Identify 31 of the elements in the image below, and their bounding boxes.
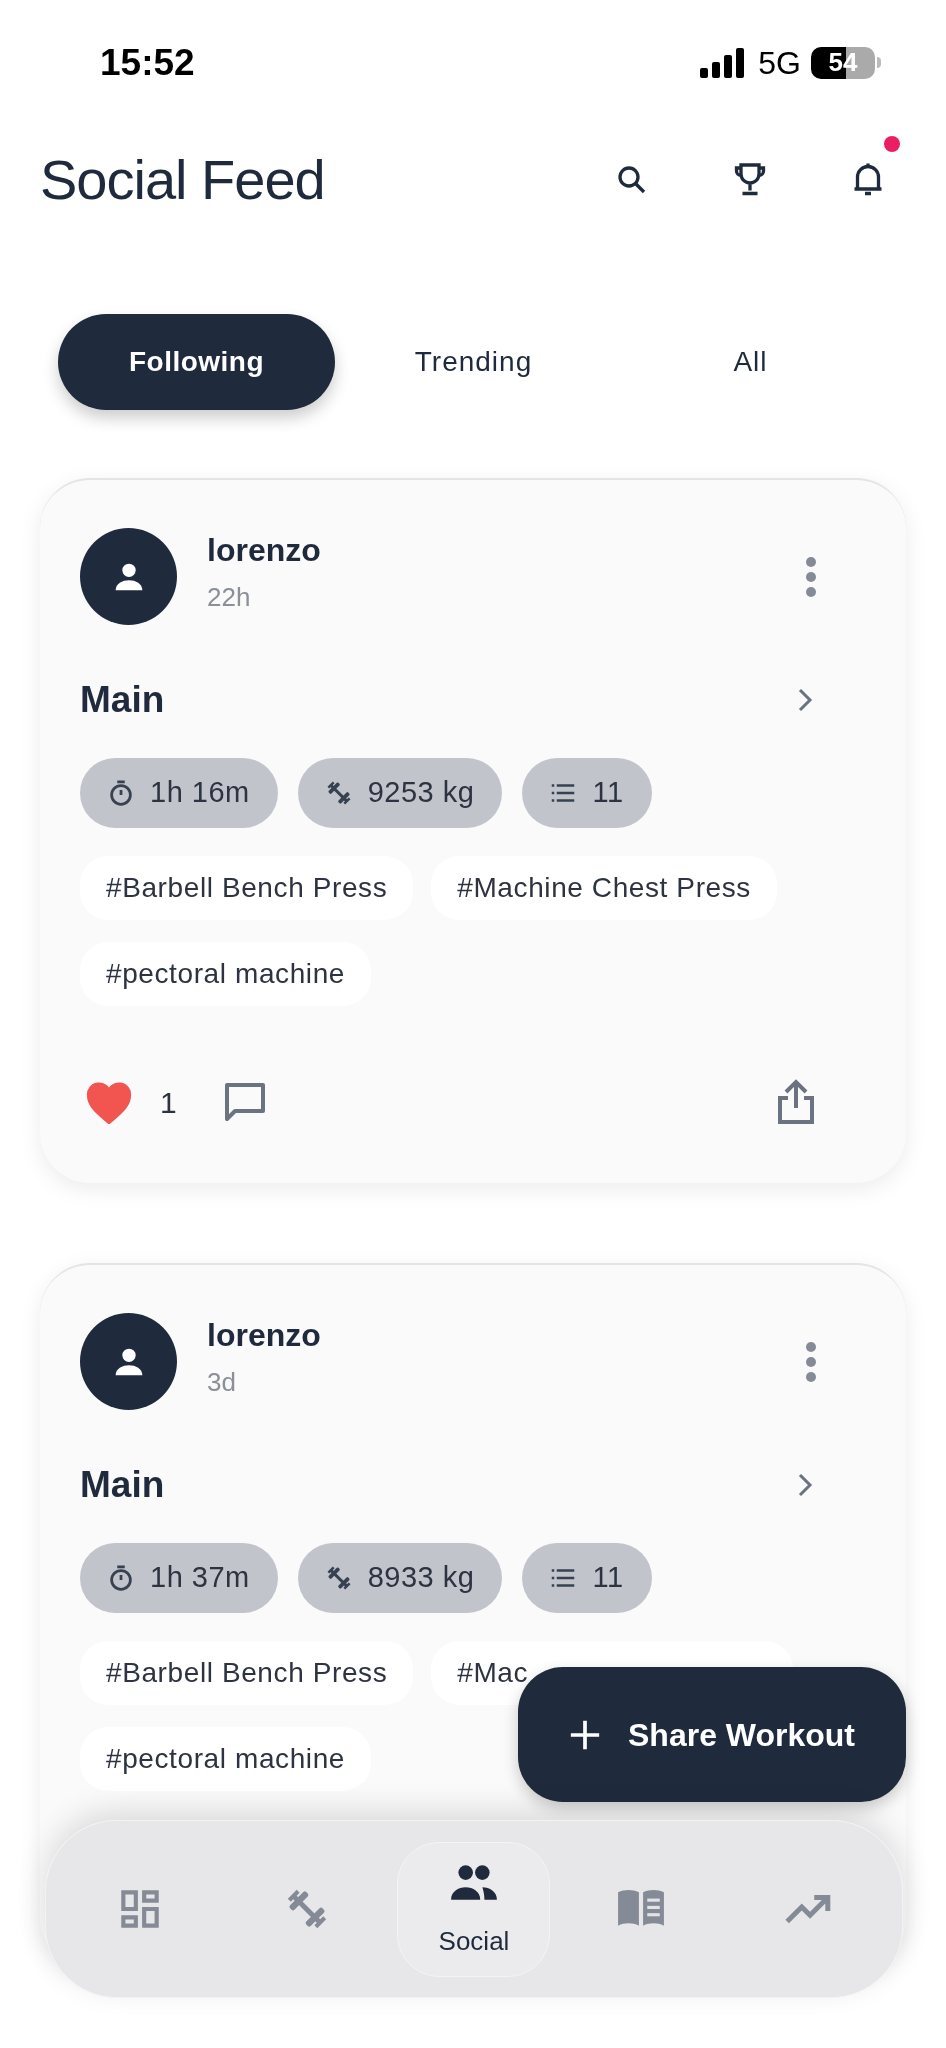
workout-title: Main <box>80 678 165 723</box>
network-label: 5G <box>758 43 801 83</box>
stat-value: 11 <box>592 775 624 811</box>
workout-title: Main <box>80 1463 165 1508</box>
stat-value: 8933 kg <box>367 1560 475 1596</box>
post-time: 3d <box>207 1366 237 1399</box>
page-title: Social Feed <box>40 147 326 213</box>
chevron-right-icon[interactable] <box>796 686 814 714</box>
username: lorenzo <box>207 1316 322 1355</box>
stat-value: 9253 kg <box>367 775 475 811</box>
exercise-tag[interactable]: #Machine Chest Press <box>431 856 777 920</box>
nav-tab[interactable]: Social <box>397 1841 551 1977</box>
feed-tab[interactable]: All <box>612 314 889 410</box>
chevron-right-icon[interactable] <box>796 1471 814 1499</box>
exercise-tag[interactable]: #Barbell Bench Press <box>80 856 414 920</box>
exercise-tag[interactable]: #pectoral machine <box>80 942 371 1006</box>
exercise-tag[interactable]: #pectoral machine <box>80 1727 371 1791</box>
like-count: 1 <box>160 1084 177 1121</box>
share-icon[interactable] <box>776 1078 816 1126</box>
heart-icon[interactable] <box>84 1080 134 1124</box>
exercise-tag[interactable]: #Barbell Bench Press <box>80 1641 414 1705</box>
feed-tab[interactable]: Following <box>58 314 335 410</box>
username: lorenzo <box>207 531 322 570</box>
stat-value: 1h 37m <box>150 1560 250 1596</box>
status-time: 15:52 <box>100 40 195 85</box>
more-icon[interactable] <box>804 555 818 598</box>
stat-value: 11 <box>592 1560 624 1596</box>
more-icon[interactable] <box>804 1340 818 1383</box>
post-time: 22h <box>207 581 252 614</box>
stat-value: 1h 16m <box>150 775 250 811</box>
feed-tab[interactable]: Trending <box>335 314 612 410</box>
